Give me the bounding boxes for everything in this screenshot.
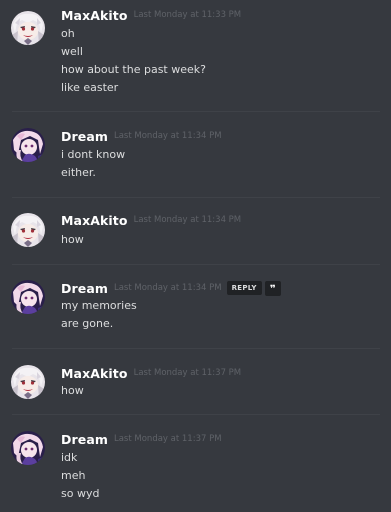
maxakito-avatar-icon <box>11 365 45 399</box>
message-line: so wyd <box>61 487 100 500</box>
username[interactable]: Dream <box>61 281 108 296</box>
timestamp: Last Monday at 11:37 PM <box>133 368 242 378</box>
message-header: Dream Last Monday at 11:34 PM <box>61 127 222 145</box>
maxakito-avatar-icon <box>11 213 45 247</box>
divider <box>12 197 380 198</box>
chat-message-list[interactable]: MaxAkito Last Monday at 11:33 PM oh well… <box>0 0 391 512</box>
avatar[interactable] <box>11 365 45 399</box>
avatar[interactable] <box>11 213 45 247</box>
divider <box>12 111 380 112</box>
message-line: i dont know <box>61 148 126 161</box>
message-header: Dream Last Monday at 11:34 PM REPLY ❞ <box>61 279 281 297</box>
message-header: Dream Last Monday at 11:37 PM <box>61 430 222 448</box>
avatar[interactable] <box>11 431 45 465</box>
message-line: how about the past week? <box>61 63 206 76</box>
message-line: either. <box>61 166 96 179</box>
username[interactable]: MaxAkito <box>61 8 128 23</box>
message-line: my memories <box>61 299 137 312</box>
avatar[interactable] <box>11 280 45 314</box>
dream-avatar-icon <box>11 280 45 314</box>
dream-avatar-icon <box>11 128 45 162</box>
timestamp: Last Monday at 11:34 PM <box>113 131 222 141</box>
message-line: like easter <box>61 81 119 94</box>
message-line: idk <box>61 451 78 464</box>
reply-button[interactable]: REPLY <box>226 281 262 295</box>
message-line: well <box>61 45 83 58</box>
message-header: MaxAkito Last Monday at 11:34 PM <box>61 211 241 229</box>
username[interactable]: Dream <box>61 432 108 447</box>
avatar[interactable] <box>11 11 45 45</box>
message-line: how <box>61 233 84 246</box>
divider <box>12 264 380 265</box>
message-line: oh <box>61 27 75 40</box>
quote-icon[interactable]: ❞ <box>264 280 281 296</box>
username[interactable]: MaxAkito <box>61 213 128 228</box>
divider <box>12 348 380 349</box>
maxakito-avatar-icon <box>11 11 45 45</box>
message-line: how <box>61 384 84 397</box>
message-header: MaxAkito Last Monday at 11:37 PM <box>61 364 241 382</box>
timestamp: Last Monday at 11:34 PM <box>113 283 222 293</box>
timestamp: Last Monday at 11:37 PM <box>113 434 222 444</box>
message-line: meh <box>61 469 86 482</box>
timestamp: Last Monday at 11:33 PM <box>133 10 242 20</box>
divider <box>12 414 380 415</box>
dream-avatar-icon <box>11 431 45 465</box>
message-header: MaxAkito Last Monday at 11:33 PM <box>61 6 241 24</box>
username[interactable]: Dream <box>61 129 108 144</box>
username[interactable]: MaxAkito <box>61 366 128 381</box>
avatar[interactable] <box>11 128 45 162</box>
timestamp: Last Monday at 11:34 PM <box>133 215 242 225</box>
message-line: are gone. <box>61 317 114 330</box>
